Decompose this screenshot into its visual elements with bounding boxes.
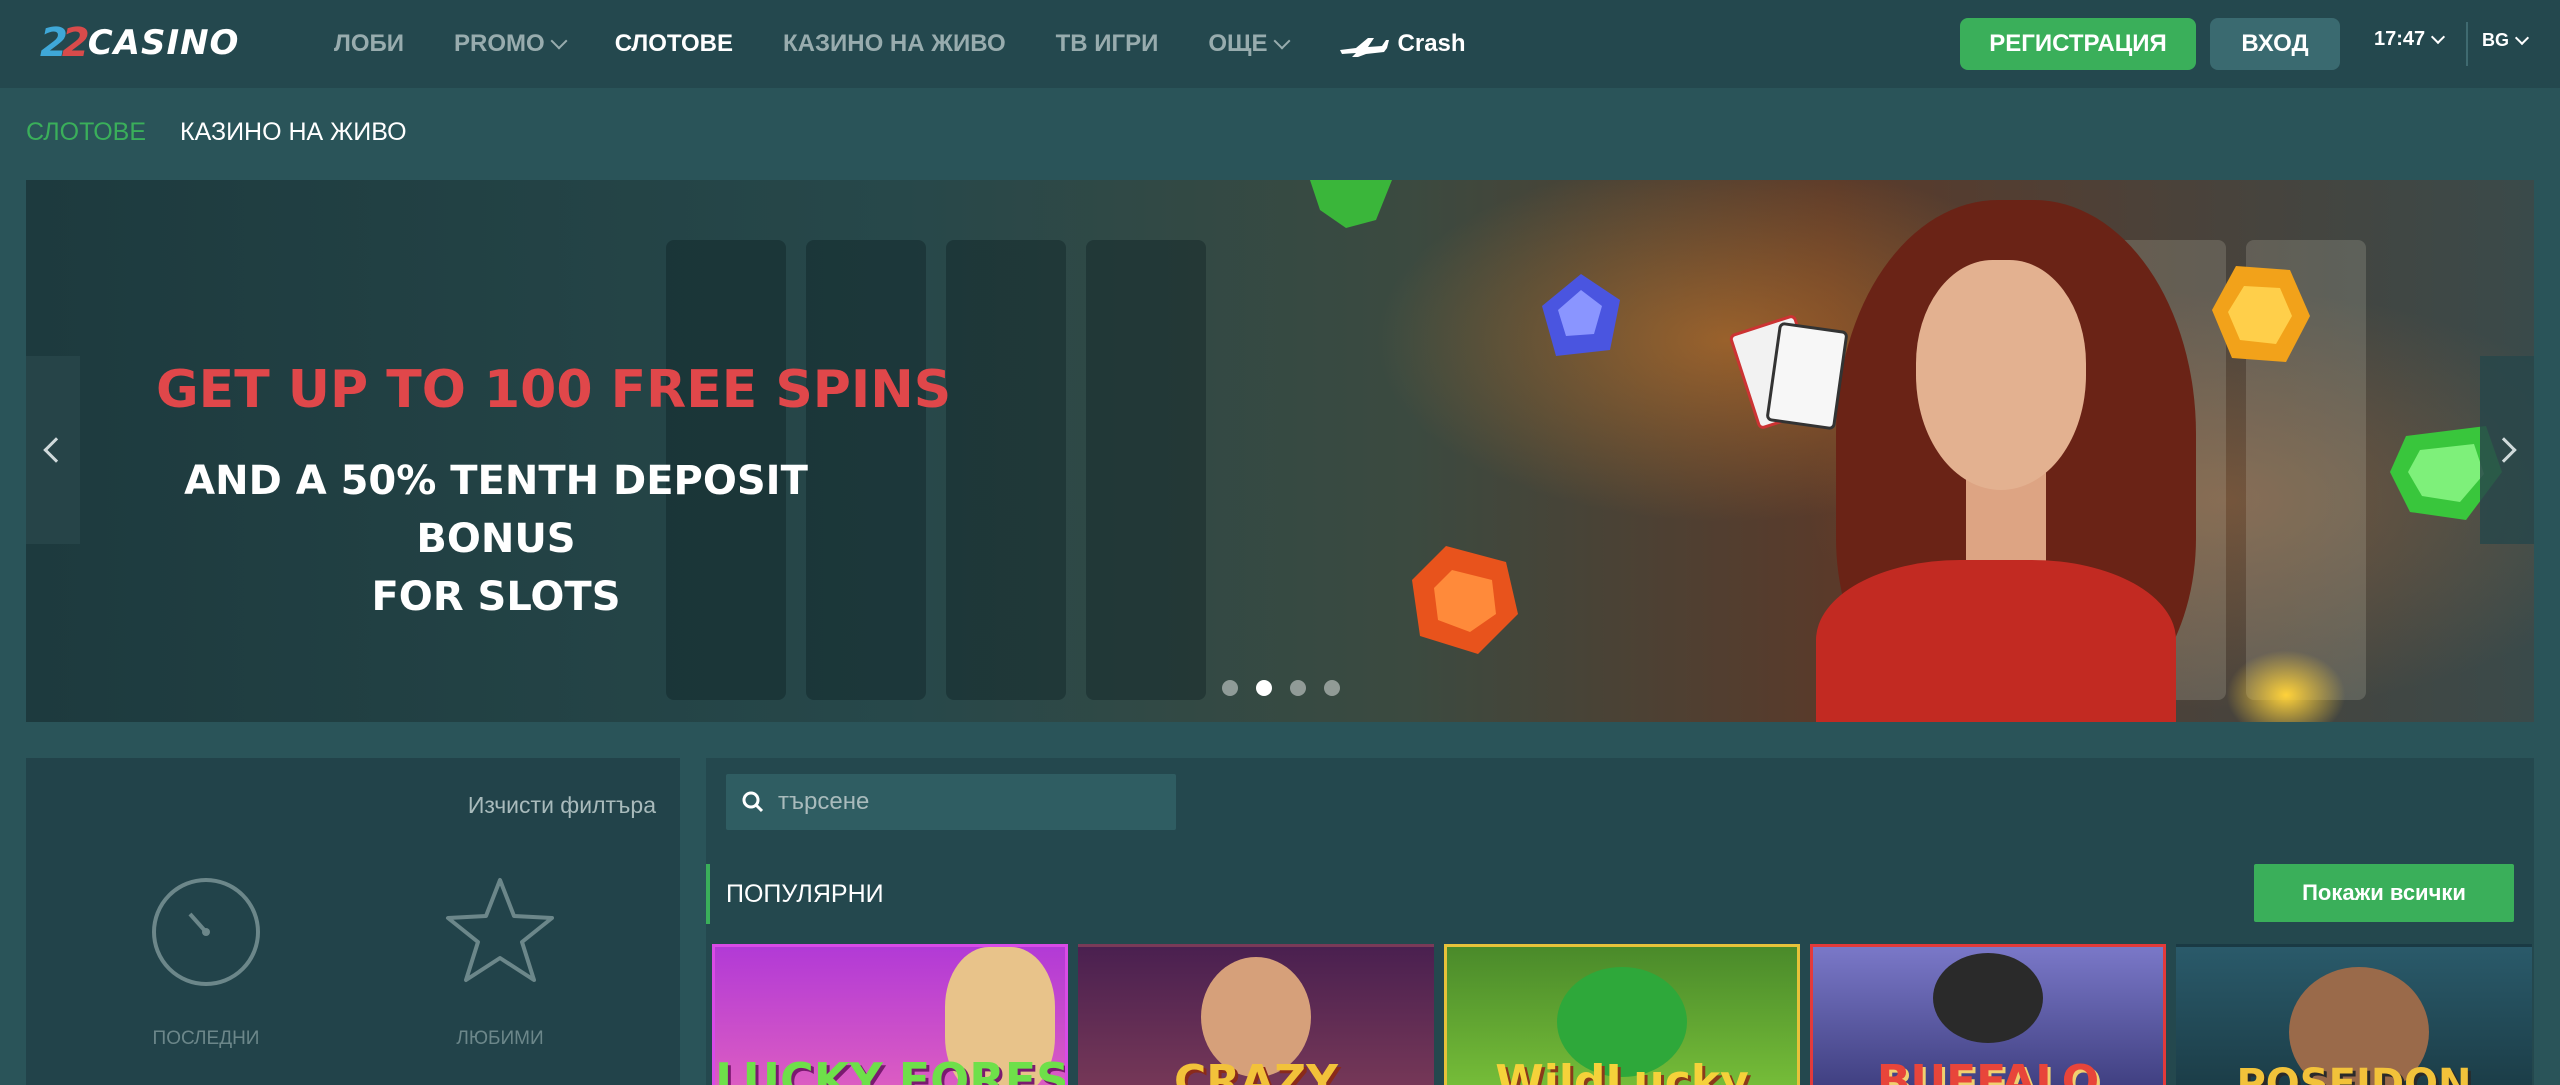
section-title: ПОПУЛЯРНИ bbox=[726, 880, 884, 908]
banner-dot[interactable] bbox=[1222, 680, 1238, 696]
nav-item-tv-games[interactable]: ТВ ИГРИ bbox=[1056, 30, 1159, 58]
language-code: BG bbox=[2482, 30, 2509, 50]
nav-item-more[interactable]: ОЩЕ bbox=[1208, 30, 1291, 58]
filter-recent[interactable]: ПОСЛЕДНИ bbox=[126, 876, 286, 1050]
filter-recent-label: ПОСЛЕДНИ bbox=[152, 1028, 260, 1049]
chevron-left-icon bbox=[43, 437, 69, 463]
clear-filter-link[interactable]: Изчисти филтъра bbox=[468, 792, 656, 819]
search-input[interactable] bbox=[778, 788, 1158, 816]
banner-prev-button[interactable] bbox=[26, 356, 80, 544]
logo-number: 22 bbox=[40, 20, 90, 66]
game-tile-lucky-forest[interactable]: LUCKY FOREST bbox=[712, 944, 1068, 1085]
filter-favorites-label: ЛЮБИМИ bbox=[456, 1028, 544, 1049]
time-text: 17:47 bbox=[2374, 28, 2426, 50]
banner-character-dress bbox=[1816, 560, 2176, 722]
game-tile-title: LUCKY FOREST bbox=[715, 1053, 1068, 1085]
nav-item-crash[interactable]: Crash bbox=[1338, 30, 1466, 58]
filter-favorites[interactable]: ЛЮБИМИ bbox=[420, 876, 580, 1050]
banner-bg-slot bbox=[1086, 240, 1206, 700]
banner-subtext: AND A 50% TENTH DEPOSIT BONUS FOR SLOTS bbox=[156, 452, 836, 626]
green-gem-icon bbox=[1310, 180, 1392, 228]
game-tile-wild-lucky[interactable]: WildLucky bbox=[1444, 944, 1800, 1085]
header-divider bbox=[2466, 22, 2468, 66]
banner-headline: GET UP TO 100 FREE SPINS bbox=[156, 360, 952, 420]
banner-dot[interactable] bbox=[1290, 680, 1306, 696]
airplane-icon bbox=[1339, 38, 1389, 57]
timer-icon bbox=[152, 878, 260, 986]
logo-word: CASINO bbox=[87, 23, 240, 63]
orange-gem-icon bbox=[1412, 546, 1518, 654]
chevron-down-icon bbox=[1273, 32, 1291, 50]
game-tile-title: WildLucky bbox=[1495, 1056, 1749, 1085]
games-section: ПОПУЛЯРНИ Покажи всички LUCKY FOREST CRA… bbox=[706, 758, 2534, 1085]
star-icon bbox=[446, 878, 554, 982]
banner-pagination bbox=[1222, 680, 1340, 696]
show-all-button[interactable]: Покажи всички bbox=[2254, 864, 2514, 922]
subnav-slots[interactable]: СЛОТОВЕ bbox=[26, 118, 146, 147]
main-nav: ЛОБИ PROMO СЛОТОВЕ КАЗИНО НА ЖИВО ТВ ИГР… bbox=[334, 0, 1516, 88]
game-tile-title: BUFFALO bbox=[1876, 1056, 2100, 1085]
search-icon bbox=[742, 791, 764, 813]
game-tiles: LUCKY FOREST CRAZY WildLucky BUFFALO POS… bbox=[712, 944, 2532, 1085]
banner-next-button[interactable] bbox=[2480, 356, 2534, 544]
game-tile-title: POSEIDON bbox=[2236, 1061, 2472, 1085]
subnav-live-casino[interactable]: КАЗИНО НА ЖИВО bbox=[180, 118, 407, 147]
promo-banner[interactable]: GET UP TO 100 FREE SPINS AND A 50% TENTH… bbox=[26, 180, 2534, 722]
game-tile-poseidon[interactable]: POSEIDON bbox=[2176, 944, 2532, 1085]
game-tile-art bbox=[1933, 953, 2043, 1043]
time-display[interactable]: 17:47 bbox=[2374, 28, 2446, 51]
game-tile-buffalo[interactable]: BUFFALO bbox=[1810, 944, 2166, 1085]
sub-nav: СЛОТОВЕ КАЗИНО НА ЖИВО bbox=[26, 118, 407, 147]
nav-item-slots[interactable]: СЛОТОВЕ bbox=[615, 30, 733, 58]
game-tile-crazy[interactable]: CRAZY bbox=[1078, 944, 1434, 1085]
banner-character-face bbox=[1916, 260, 2086, 490]
nav-item-lobby[interactable]: ЛОБИ bbox=[334, 30, 404, 58]
top-header: 22 CASINO ЛОБИ PROMO СЛОТОВЕ КАЗИНО НА Ж… bbox=[0, 0, 2560, 88]
nav-item-live-casino[interactable]: КАЗИНО НА ЖИВО bbox=[783, 30, 1006, 58]
language-selector[interactable]: BG bbox=[2482, 30, 2530, 51]
register-button[interactable]: РЕГИСТРАЦИЯ bbox=[1960, 18, 2196, 70]
chevron-right-icon bbox=[2491, 437, 2517, 463]
banner-bg-slot bbox=[946, 240, 1066, 700]
playing-card bbox=[1765, 321, 1849, 431]
chevron-down-icon bbox=[550, 32, 568, 50]
section-accent-bar bbox=[706, 864, 710, 924]
login-button[interactable]: ВХОД bbox=[2210, 18, 2340, 70]
search-box[interactable] bbox=[726, 774, 1176, 830]
banner-subtext-line: FOR SLOTS bbox=[371, 574, 621, 620]
yellow-gem-icon bbox=[2212, 266, 2310, 362]
chevron-down-icon bbox=[2431, 29, 2446, 45]
game-tile-title: CRAZY bbox=[1174, 1056, 1338, 1085]
blue-gem-icon bbox=[1542, 274, 1620, 356]
banner-dot-active[interactable] bbox=[1256, 680, 1272, 696]
chevron-down-icon bbox=[2514, 30, 2530, 46]
filter-panel: Изчисти филтъра ПОСЛЕДНИ ЛЮБИМИ bbox=[26, 758, 680, 1085]
banner-dot[interactable] bbox=[1324, 680, 1340, 696]
casino-logo[interactable]: 22 CASINO bbox=[40, 18, 239, 68]
banner-subtext-line: AND A 50% TENTH DEPOSIT BONUS bbox=[184, 458, 808, 562]
nav-item-promo[interactable]: PROMO bbox=[454, 30, 568, 58]
